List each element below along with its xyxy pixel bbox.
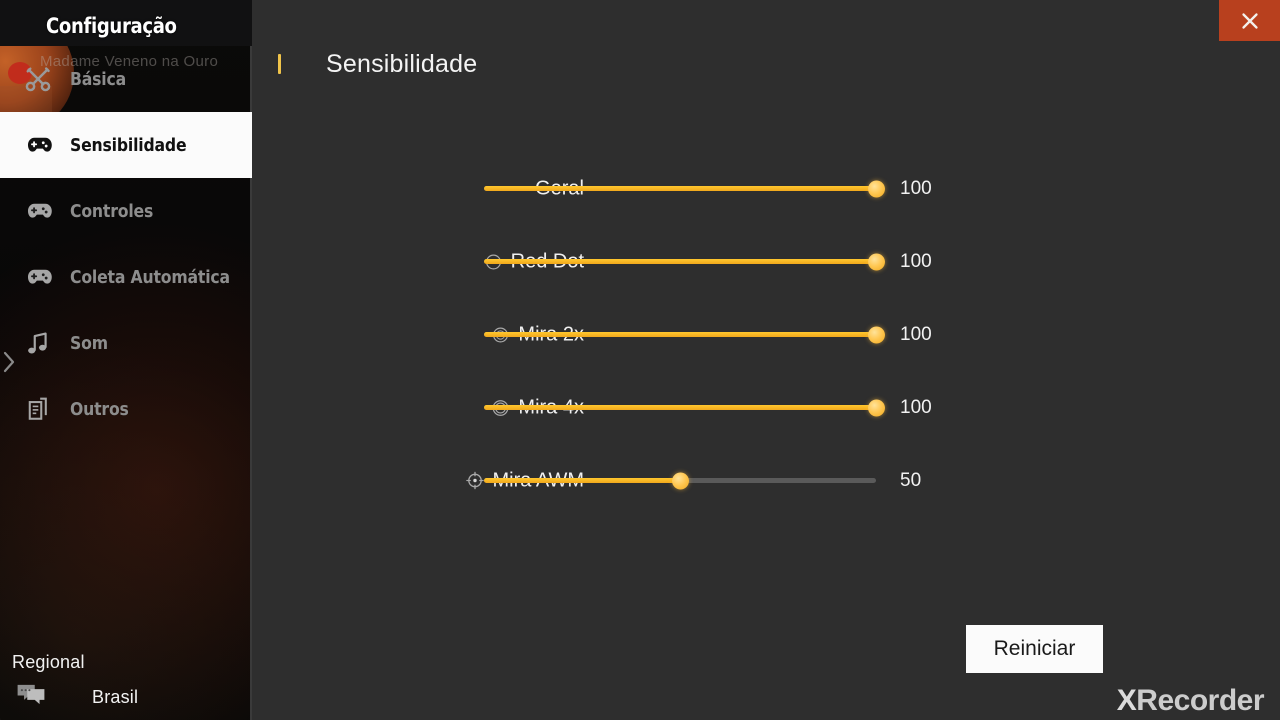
slider-row-mira-awm: Mira AWM 50 (252, 444, 1280, 517)
page-header: Sensibilidade (252, 44, 477, 84)
slider-knob[interactable] (867, 326, 885, 343)
chat-bubble-icon (16, 682, 46, 713)
sidebar-item-label: Outros (70, 398, 129, 420)
reset-button[interactable]: Reiniciar (966, 625, 1103, 673)
slider-fill (484, 332, 876, 337)
slider-track (484, 472, 876, 489)
sidebar-item-basica[interactable]: Básica (0, 46, 252, 112)
sidebar-item-sensibilidade[interactable]: Sensibilidade (0, 112, 252, 178)
crosshair-icon (465, 471, 484, 490)
slider-knob[interactable] (867, 399, 885, 416)
slider-row-red-dot: Red Dot 100 (252, 225, 1280, 298)
slider-row-mira-2x: Mira 2x 100 (252, 298, 1280, 371)
slider-knob[interactable] (671, 472, 689, 489)
sidebar-item-som[interactable]: Som (0, 310, 252, 376)
slider-fill (484, 478, 680, 483)
gamepad-icon (18, 266, 58, 288)
slider-fill (484, 186, 876, 191)
slider-mira-4x[interactable] (484, 398, 885, 418)
documents-icon (18, 396, 58, 422)
slider-fill (484, 405, 876, 410)
slider-mira-2x[interactable] (484, 325, 885, 345)
page-title-configuracao: Configuração (46, 14, 177, 38)
sidebar-item-coleta-automatica[interactable]: Coleta Automática (0, 244, 252, 310)
watermark-text: Recorder (1136, 684, 1264, 717)
sidebar: Madame Veneno na Ouro Configuração Básic… (0, 0, 252, 720)
sidebar-item-label: Sensibilidade (70, 134, 187, 156)
slider-red-dot[interactable] (484, 252, 885, 272)
slider-mira-awm[interactable] (484, 471, 876, 491)
slider-track (484, 326, 885, 343)
sidebar-collapse-chevron-right-icon[interactable] (0, 340, 18, 384)
regional-label: Regional (12, 652, 85, 672)
sensitivity-slider-list: Geral 100 (252, 152, 1280, 517)
main-panel: Sensibilidade Geral 100 (252, 0, 1280, 720)
slider-row-mira-4x: Mira 4x 100 (252, 371, 1280, 444)
slider-row-geral: Geral 100 (252, 152, 1280, 225)
slider-value-mira-awm: 50 (900, 469, 922, 491)
slider-track (484, 399, 885, 416)
slider-knob[interactable] (867, 180, 885, 197)
tools-icon (18, 65, 58, 93)
slider-value-mira-2x: 100 (900, 323, 932, 345)
slider-fill (484, 259, 876, 264)
close-button[interactable] (1219, 0, 1280, 41)
gamepad-icon (18, 200, 58, 222)
sidebar-item-outros[interactable]: Outros (0, 376, 252, 442)
sidebar-item-label: Som (70, 332, 108, 354)
page-title: Sensibilidade (326, 49, 478, 78)
sidebar-item-label: Básica (70, 68, 127, 90)
close-icon (1241, 12, 1258, 29)
slider-track (484, 253, 885, 270)
xrecorder-watermark: XRecorder (1116, 684, 1265, 718)
slider-value-geral: 100 (900, 177, 932, 199)
slider-track (484, 180, 885, 197)
gamepad-icon (18, 134, 58, 156)
title-accent-bar (278, 54, 281, 74)
sidebar-item-label: Controles (70, 200, 154, 222)
sidebar-nav: Básica Sensibilidade Controles Coleta Au… (0, 46, 252, 442)
slider-value-mira-4x: 100 (900, 396, 932, 418)
sidebar-item-label: Coleta Automática (70, 266, 230, 288)
slider-value-red-dot: 100 (900, 250, 932, 272)
settings-screen: Madame Veneno na Ouro Configuração Básic… (0, 0, 1280, 720)
regional-section: Regional Brasil (0, 642, 252, 720)
watermark-x: X (1116, 684, 1137, 717)
slider-knob[interactable] (867, 253, 885, 270)
regional-value[interactable]: Brasil (92, 687, 138, 708)
sidebar-item-controles[interactable]: Controles (0, 178, 252, 244)
slider-geral[interactable] (484, 179, 885, 199)
music-note-icon (18, 330, 58, 356)
